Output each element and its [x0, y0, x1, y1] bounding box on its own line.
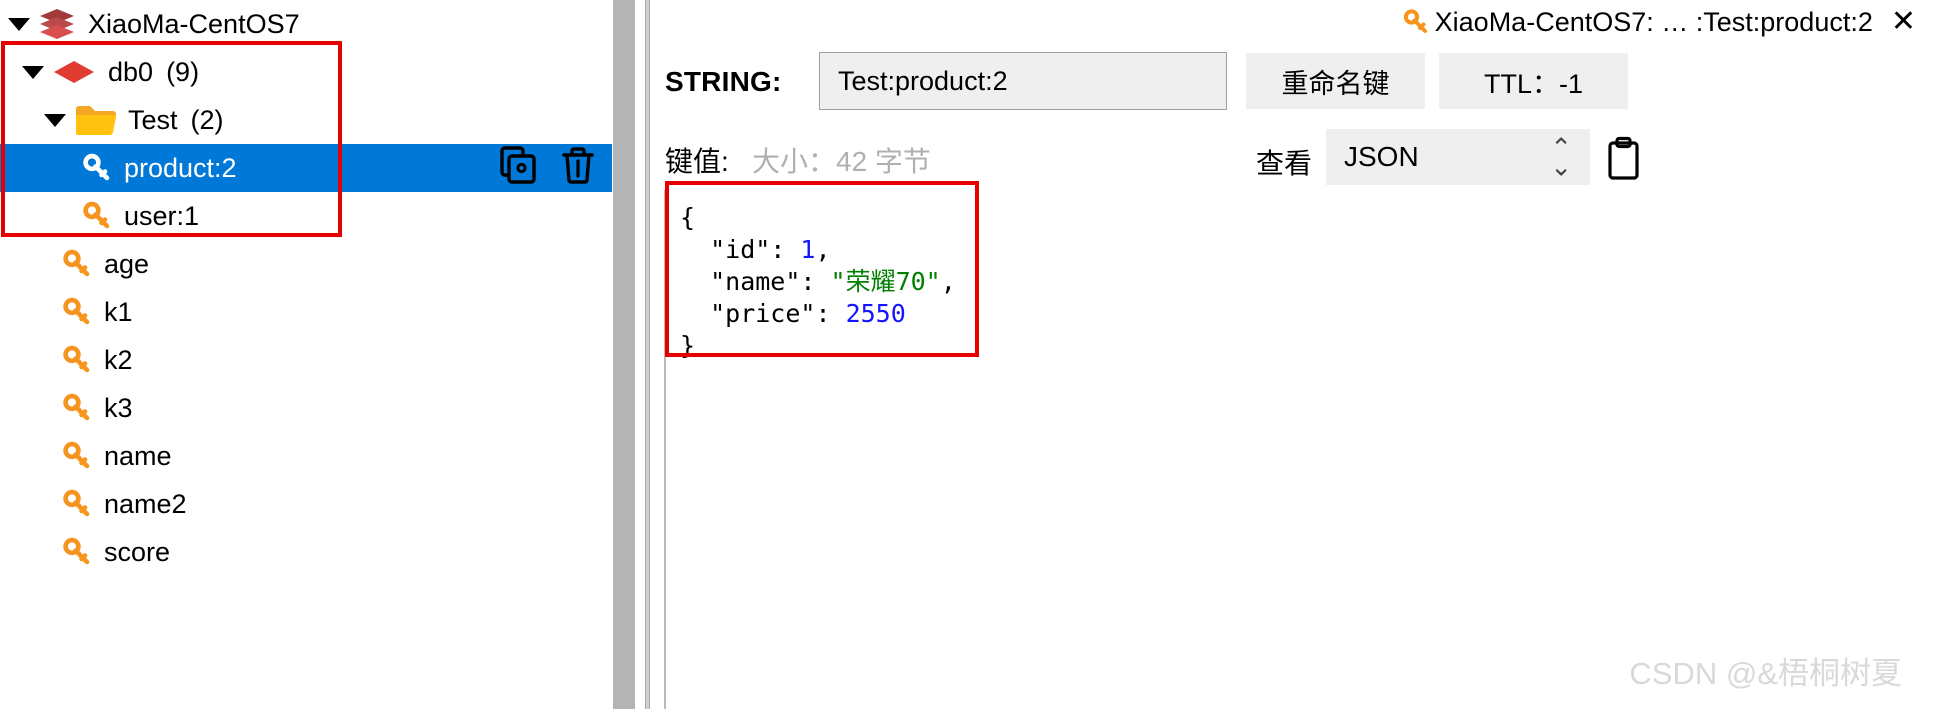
key-list-item-label: k2 [104, 344, 133, 375]
spinner-arrows[interactable]: ⌃ ⌄ [1550, 134, 1572, 179]
key-icon [62, 393, 92, 423]
key-list-item-label: user:1 [124, 200, 200, 231]
chevron-down-icon[interactable] [8, 17, 30, 31]
copy-key-icon[interactable] [498, 145, 538, 191]
tree-node-database-count: (9) [166, 56, 200, 87]
key-header-row: STRING: Test:product:2 重命名键 TTL：-1 [656, 52, 1938, 112]
tree-node-folder-label: Test [128, 104, 178, 135]
view-format-value: JSON [1344, 141, 1419, 172]
key-icon [82, 201, 112, 231]
key-icon [62, 537, 92, 567]
key-name-field[interactable]: Test:product:2 [819, 52, 1227, 110]
key-icon [62, 249, 92, 279]
key-list-item-label: product:2 [124, 152, 237, 183]
key-list-item-label: name2 [104, 488, 187, 519]
tab-bar: XiaoMa-CentOS7: … :Test:product:2 ✕ [656, 0, 1938, 44]
key-icon [1403, 9, 1429, 35]
chevron-down-icon[interactable]: ⌄ [1550, 153, 1572, 179]
row-actions [498, 144, 596, 192]
key-detail-panel: XiaoMa-CentOS7: … :Test:product:2 ✕ STRI… [656, 0, 1938, 709]
database-icon [52, 59, 96, 85]
stack-icon [38, 7, 76, 41]
key-icon [62, 345, 92, 375]
key-icon [62, 297, 92, 327]
clipboard-icon[interactable] [1604, 136, 1644, 180]
key-icon [62, 489, 92, 519]
tree-node-database-label: db0 [108, 56, 154, 87]
tab-active-key[interactable]: XiaoMa-CentOS7: … :Test:product:2 ✕ [1403, 7, 1916, 38]
tree-node-server-label: XiaoMa-CentOS7 [88, 8, 300, 39]
key-list-item-label: age [104, 248, 150, 279]
key-icon [82, 153, 112, 183]
ttl-button[interactable]: TTL：-1 [1439, 53, 1628, 109]
tab-title: XiaoMa-CentOS7: … :Test:product:2 [1434, 6, 1873, 37]
tree-node-folder-count: (2) [190, 104, 224, 135]
chevron-down-icon[interactable] [44, 113, 66, 127]
trash-icon[interactable] [560, 146, 596, 191]
close-icon[interactable]: ✕ [1891, 7, 1916, 37]
value-meta-row: 键值: 大小：42 字节 查看 JSON ⌃ ⌄ [656, 126, 1938, 190]
chevron-down-icon[interactable] [22, 65, 44, 79]
key-list-item-label: k3 [104, 392, 133, 423]
folder-icon [74, 103, 116, 137]
key-list-item-label: score [104, 536, 171, 567]
value-size-label: 大小：42 字节 [752, 146, 931, 177]
watermark: CSDN @&梧桐树夏 [1629, 656, 1902, 691]
rename-key-button[interactable]: 重命名键 [1246, 53, 1425, 109]
view-format-label: 查看 [1256, 148, 1313, 179]
value-viewer[interactable]: { "id": 1, "name": "荣耀70", "price": 2550… [664, 190, 1938, 709]
key-list-item-label: name [104, 440, 172, 471]
key-icon [62, 441, 92, 471]
splitter-divider-line[interactable] [645, 0, 650, 709]
json-content[interactable]: { "id": 1, "name": "荣耀70", "price": 2550… [680, 202, 956, 362]
value-label: 键值: [665, 146, 729, 177]
key-type-label: STRING: [665, 66, 782, 97]
splitter-grip[interactable] [613, 0, 635, 709]
key-list-item-label: k1 [104, 296, 133, 327]
view-format-select[interactable]: JSON ⌃ ⌄ [1326, 129, 1590, 185]
